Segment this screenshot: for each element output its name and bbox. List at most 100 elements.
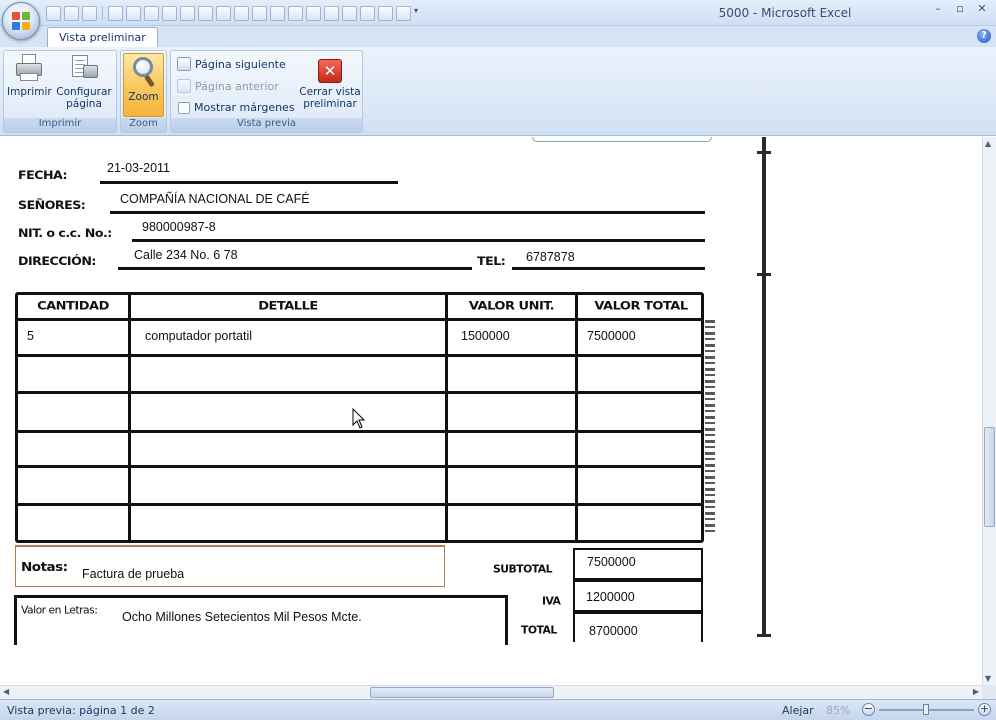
scrollbar-corner <box>982 685 996 699</box>
table-row-divider <box>18 391 704 394</box>
senores-underline <box>110 211 705 214</box>
next-page-button[interactable]: Página siguiente <box>177 57 286 71</box>
window-title: 5000 - Microsoft Excel <box>718 6 852 20</box>
office-logo-icon <box>12 12 31 31</box>
prev-page-label: Página anterior <box>195 79 279 93</box>
vertical-scroll-thumb[interactable] <box>984 427 995 527</box>
vertical-scrollbar[interactable]: ▲ ▼ <box>982 137 996 685</box>
magnifier-icon <box>129 56 159 88</box>
scroll-right-icon[interactable]: ▶ <box>973 687 979 696</box>
group-label-vista-previa: Vista previa <box>171 118 362 132</box>
page-setup-icon <box>69 53 99 83</box>
minimize-icon[interactable]: – <box>930 2 946 15</box>
zoom-button[interactable]: Zoom <box>123 53 164 117</box>
checkbox-unchecked-icon <box>178 101 190 114</box>
table-row-divider <box>18 465 704 468</box>
show-margins-label: Mostrar márgenes <box>194 101 295 114</box>
zoom-minus-icon[interactable]: − <box>862 703 875 716</box>
prev-page-button[interactable]: Página anterior <box>177 79 279 93</box>
column-header-valor-unit: VALOR UNIT. <box>468 300 555 313</box>
scroll-down-icon[interactable]: ▼ <box>985 674 991 683</box>
nit-label: NIT. o c.c. No.: <box>18 227 112 241</box>
tel-value: 6787878 <box>526 250 575 264</box>
iva-box: 1200000 <box>573 580 703 612</box>
iva-label: IVA <box>542 595 561 607</box>
nit-value: 980000987-8 <box>142 220 216 234</box>
fecha-label: FECHA: <box>18 169 68 183</box>
notas-box: Notas: Factura de prueba <box>15 545 445 587</box>
ribbon-tab-row: Vista preliminar ? <box>0 26 996 49</box>
vertical-side-text <box>705 320 715 535</box>
column-header-detalle: DETALLE <box>258 300 318 313</box>
print-label: Imprimir <box>7 86 52 98</box>
direccion-value: Calle 234 No. 6 78 <box>134 248 238 262</box>
title-bar: ▾ 5000 - Microsoft Excel – ▫ ✕ <box>0 0 996 26</box>
row-cantidad: 5 <box>27 329 34 343</box>
help-icon[interactable]: ? <box>977 29 991 43</box>
office-button[interactable] <box>2 2 40 40</box>
page-setup-button[interactable]: Configurar página <box>54 53 114 110</box>
group-label-zoom: Zoom <box>121 118 166 132</box>
notas-value: Factura de prueba <box>82 567 185 581</box>
fecha-underline <box>100 181 398 184</box>
zoom-out-label[interactable]: Alejar <box>782 704 814 717</box>
fecha-value: 21-03-2011 <box>107 161 171 175</box>
letras-label: Valor en Letras: <box>21 604 98 616</box>
senores-value: COMPAÑÍA NACIONAL DE CAFÉ <box>120 192 420 206</box>
print-button[interactable]: Imprimir <box>7 53 52 98</box>
zoom-percent[interactable]: 85% <box>826 704 850 717</box>
scroll-up-icon[interactable]: ▲ <box>985 139 991 148</box>
column-header-cantidad: CANTIDAD <box>37 300 109 313</box>
show-margins-checkbox[interactable]: Mostrar márgenes <box>178 101 295 114</box>
scroll-left-icon[interactable]: ◀ <box>3 687 9 696</box>
next-page-label: Página siguiente <box>195 57 286 71</box>
group-imprimir: Imprimir Configurar página Imprimir <box>3 50 117 133</box>
total-label: TOTAL <box>521 624 557 636</box>
table-row-divider <box>18 430 704 433</box>
close-preview-button[interactable]: ✕ Cerrar vista preliminar <box>299 59 361 110</box>
subtotal-value: 7500000 <box>587 555 636 569</box>
row-valor-unit: 1500000 <box>461 329 510 343</box>
close-preview-icon: ✕ <box>318 59 342 83</box>
print-preview-area[interactable]: FECHA: 21-03-2011 SEÑORES: COMPAÑÍA NACI… <box>0 137 982 685</box>
status-text: Vista previa: página 1 de 2 <box>7 704 155 717</box>
subtotal-label: SUBTOTAL <box>493 563 552 575</box>
column-header-valor-total: VALOR TOTAL <box>594 300 688 313</box>
tel-underline <box>512 267 705 270</box>
mouse-cursor-icon <box>352 408 366 429</box>
direccion-underline <box>118 267 472 270</box>
zoom-label: Zoom <box>128 91 159 103</box>
page-top-decoration <box>532 137 712 142</box>
printer-icon <box>14 53 44 83</box>
prev-page-icon <box>177 79 191 93</box>
group-label-imprimir: Imprimir <box>4 118 116 132</box>
next-page-icon <box>177 57 191 71</box>
window-controls: – ▫ ✕ <box>930 2 990 15</box>
close-icon[interactable]: ✕ <box>974 2 990 15</box>
preview-page: FECHA: 21-03-2011 SEÑORES: COMPAÑÍA NACI… <box>0 137 773 645</box>
table-row-divider <box>18 318 704 321</box>
ribbon: Imprimir Configurar página Imprimir Zoom… <box>0 47 996 136</box>
nit-underline <box>132 239 705 242</box>
iva-value: 1200000 <box>586 590 635 604</box>
row-valor-total: 7500000 <box>587 329 636 343</box>
page-setup-label-1: Configurar <box>56 86 112 98</box>
valor-letras-box: Valor en Letras: Ocho Millones Setecient… <box>14 595 508 645</box>
table-row-divider <box>18 503 704 506</box>
notas-label: Notas: <box>21 559 68 575</box>
restore-icon[interactable]: ▫ <box>952 2 968 15</box>
horizontal-scroll-thumb[interactable] <box>370 687 554 698</box>
horizontal-scrollbar[interactable]: ◀ ▶ <box>0 685 982 699</box>
zoom-slider-handle[interactable] <box>923 704 929 715</box>
direccion-label: DIRECCIÓN: <box>18 255 96 269</box>
letras-value: Ocho Millones Setecientos Mil Pesos Mcte… <box>122 610 362 624</box>
status-bar: Vista previa: página 1 de 2 Alejar 85% −… <box>0 699 996 720</box>
group-vista-previa: Página siguiente Página anterior Mostrar… <box>170 50 363 133</box>
total-box: 8700000 <box>573 612 703 642</box>
subtotal-box: 7500000 <box>573 548 703 580</box>
total-value: 8700000 <box>589 624 638 638</box>
close-preview-label-2: preliminar <box>303 98 357 110</box>
zoom-plus-icon[interactable]: + <box>978 703 991 716</box>
tab-vista-preliminar[interactable]: Vista preliminar <box>47 27 158 49</box>
senores-label: SEÑORES: <box>18 199 86 213</box>
